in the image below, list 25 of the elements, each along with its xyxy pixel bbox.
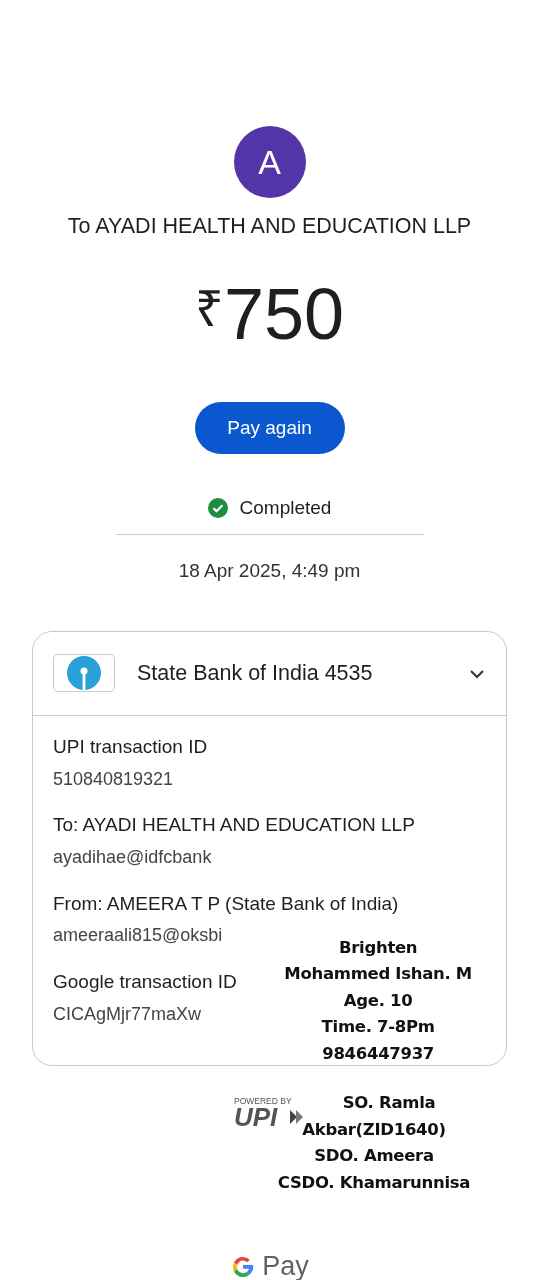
detail-label: To: AYADI HEALTH AND EDUCATION LLP (53, 814, 415, 837)
note-line: Time. 7-8Pm (321, 1016, 435, 1039)
detail-value: ameeraali815@oksbi (53, 925, 224, 947)
payee-name: To AYADI HEALTH AND EDUCATION LLP (67, 214, 472, 240)
note-line: Brighten (338, 936, 418, 959)
amount: 750 (223, 277, 345, 350)
detail-label: From: AMEERA T P (State Bank of India) (53, 892, 399, 916)
note-line: 9846447937 (322, 1042, 435, 1065)
currency-symbol: ₹ (194, 283, 224, 334)
status-label: Completed (239, 495, 332, 520)
detail-value: ayadihae@idfcbank (53, 847, 213, 869)
gpay-logo: Pay (230, 1246, 309, 1280)
detail-value: 510840819321 (53, 768, 175, 791)
bank-account: State Bank of India 4535 (137, 660, 374, 688)
note-line: SO. Ramla (342, 1092, 436, 1115)
detail-label: UPI transaction ID (53, 735, 208, 759)
detail-label: Google transaction ID (53, 970, 237, 994)
pay-again-button[interactable]: Pay again (194, 401, 345, 454)
note-line: Age. 10 (343, 989, 413, 1012)
note-line: SDO. Ameera (314, 1145, 434, 1168)
bank-logo-icon (53, 654, 115, 693)
avatar: A (233, 126, 306, 198)
note-line: Mohammed Ishan. M (284, 963, 472, 986)
transaction-date: 18 Apr 2025, 4:49 pm (178, 559, 361, 584)
note-line: CSDO. Khamarunnisa (277, 1171, 471, 1194)
